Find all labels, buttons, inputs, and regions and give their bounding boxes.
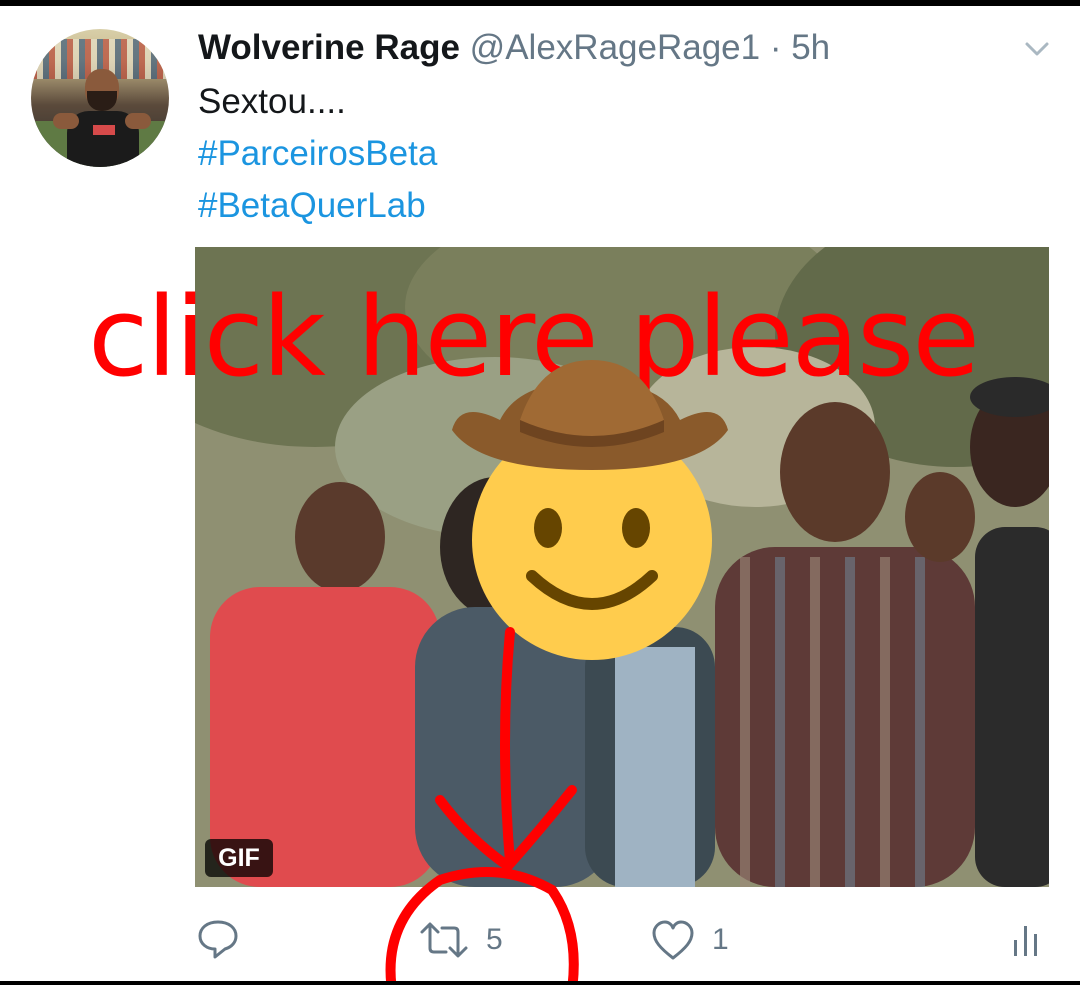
header-separator: ·	[760, 28, 792, 67]
retweet-button[interactable]	[418, 920, 470, 974]
like-count: 1	[712, 923, 729, 956]
top-border	[0, 0, 1080, 6]
avatar[interactable]	[31, 29, 169, 167]
heart-icon	[652, 920, 694, 960]
tweet-header: Wolverine Rage @AlexRageRage1 · 5h	[198, 26, 830, 70]
reply-icon	[198, 920, 238, 959]
tweet-text: Sextou....	[198, 82, 346, 121]
hashtag-link[interactable]: #ParceirosBeta	[198, 132, 437, 176]
user-handle[interactable]: @AlexRageRage1	[470, 28, 760, 67]
retweet-icon	[420, 922, 468, 958]
like-button[interactable]	[650, 918, 696, 972]
retweet-count: 5	[486, 923, 503, 956]
hashtag-link[interactable]: #BetaQuerLab	[198, 184, 426, 228]
bottom-border	[0, 981, 1080, 985]
overlay-annotation-text: click here please	[88, 273, 980, 401]
timestamp[interactable]: 5h	[791, 28, 830, 67]
user-name[interactable]: Wolverine Rage	[198, 28, 460, 67]
reply-button[interactable]	[195, 916, 241, 970]
gif-badge: GIF	[205, 839, 273, 877]
chevron-down-icon[interactable]	[1022, 34, 1052, 64]
analytics-icon	[1014, 926, 1037, 956]
analytics-button[interactable]	[1010, 922, 1042, 976]
